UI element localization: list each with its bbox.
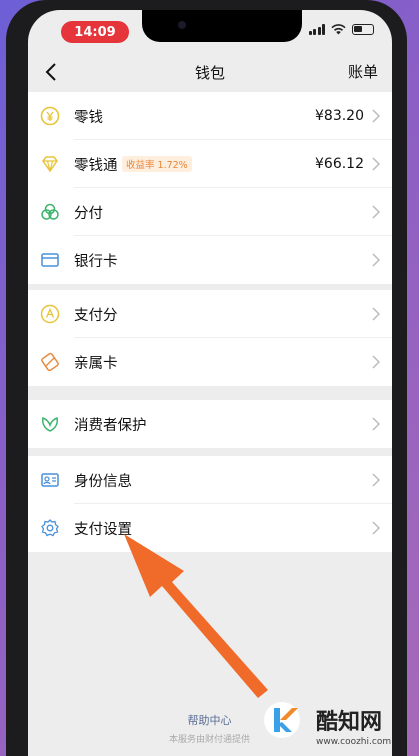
camera-icon <box>178 21 186 29</box>
bill-button[interactable]: 账单 <box>348 61 378 82</box>
chevron-right-icon <box>372 157 380 171</box>
chevron-right-icon <box>372 521 380 535</box>
row-label: 亲属卡 <box>74 355 118 372</box>
row-label: 零钱通 <box>74 157 118 174</box>
bank-card-icon <box>41 253 59 267</box>
nav-bar: 钱包 账单 <box>28 52 392 92</box>
row-label: 银行卡 <box>74 253 118 270</box>
chevron-right-icon <box>372 307 380 321</box>
yuan-coin-icon <box>40 106 60 126</box>
gear-icon <box>41 519 59 537</box>
watermark-name: 酷知网 <box>316 710 383 735</box>
shield-leaf-icon <box>42 417 58 432</box>
fenfu-icon <box>41 203 59 220</box>
wallet-group-protection: 消费者保护 <box>28 400 392 448</box>
coozhi-logo-icon <box>264 702 300 738</box>
chevron-right-icon <box>372 253 380 267</box>
wallet-group-balance: 零钱 ¥83.20 零钱通 收益率 1.72% ¥66.12 分付 银行卡 <box>28 92 392 284</box>
row-fenfu[interactable]: 分付 <box>28 188 392 236</box>
page-title: 钱包 <box>194 64 225 82</box>
row-consumer-protection[interactable]: 消费者保护 <box>28 400 392 448</box>
wifi-icon <box>331 24 346 35</box>
row-label: 消费者保护 <box>74 417 147 434</box>
row-label: 支付设置 <box>74 521 132 538</box>
wallet-group-credit: 支付分 亲属卡 <box>28 290 392 386</box>
battery-icon <box>352 24 374 35</box>
row-label: 支付分 <box>74 307 118 324</box>
notch <box>142 10 302 42</box>
diamond-icon <box>42 156 58 173</box>
row-label: 身份信息 <box>74 473 132 490</box>
row-label: 分付 <box>74 205 103 222</box>
pay-score-icon <box>40 304 60 324</box>
row-label: 零钱 <box>74 109 103 126</box>
chevron-right-icon <box>372 473 380 487</box>
row-lingqiantong[interactable]: 零钱通 收益率 1.72% ¥66.12 <box>28 140 392 188</box>
chevron-right-icon <box>372 417 380 431</box>
wallet-screen: 14:09 钱包 账单 零钱 ¥83.20 零钱通 收益率 1.72% ¥66.… <box>28 10 392 756</box>
yield-badge: 收益率 1.72% <box>122 156 192 172</box>
status-time: 14:09 <box>61 21 129 43</box>
row-change[interactable]: 零钱 ¥83.20 <box>28 92 392 140</box>
status-icons <box>308 24 374 35</box>
chevron-right-icon <box>372 355 380 369</box>
chevron-right-icon <box>372 109 380 123</box>
id-card-icon <box>41 473 59 487</box>
row-identity-info[interactable]: 身份信息 <box>28 456 392 504</box>
wallet-group-settings: 身份信息 支付设置 <box>28 456 392 552</box>
change-balance: ¥83.20 <box>315 108 364 124</box>
signal-icon <box>308 24 325 35</box>
row-pay-score[interactable]: 支付分 <box>28 290 392 338</box>
watermark-url: www.coozhi.com <box>316 737 392 747</box>
row-family-card[interactable]: 亲属卡 <box>28 338 392 386</box>
chevron-right-icon <box>372 205 380 219</box>
lingqiantong-balance: ¥66.12 <box>315 156 364 172</box>
row-payment-settings[interactable]: 支付设置 <box>28 504 392 552</box>
family-card-icon <box>41 352 59 372</box>
row-bank-card[interactable]: 银行卡 <box>28 236 392 284</box>
phone-frame: 14:09 钱包 账单 零钱 ¥83.20 零钱通 收益率 1.72% ¥66.… <box>6 0 407 756</box>
